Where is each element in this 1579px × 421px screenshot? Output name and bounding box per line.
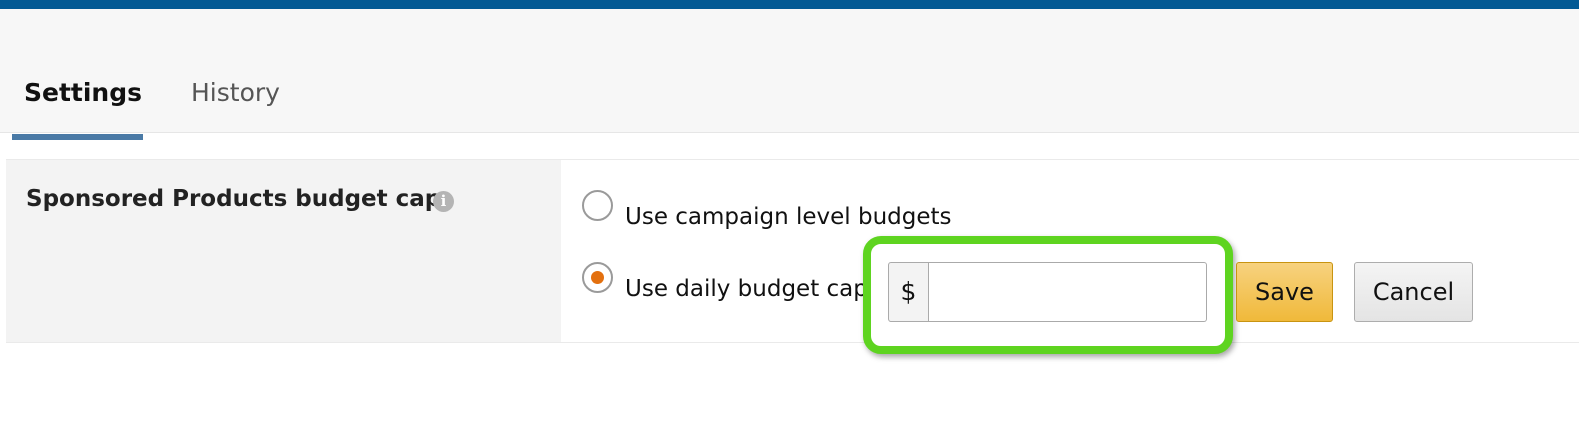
daily-budget-cap-radio[interactable] [582,262,613,293]
daily-budget-cap-label[interactable]: Use daily budget cap [625,276,865,302]
save-button[interactable]: Save [1236,262,1333,322]
active-tab-indicator [12,134,143,140]
tab-settings[interactable]: Settings [24,78,142,108]
currency-prefix: $ [888,262,929,322]
campaign-budgets-radio[interactable] [582,190,613,221]
campaign-budgets-label[interactable]: Use campaign level budgets [625,204,952,230]
tab-history[interactable]: History [191,78,280,108]
radio-selected-dot [591,271,604,284]
info-icon[interactable]: i [433,191,454,212]
top-bar [0,0,1579,9]
cancel-button[interactable]: Cancel [1354,262,1473,322]
tab-bar: Settings History [0,9,1579,140]
budget-cap-label: Sponsored Products budget cap [26,186,442,212]
budget-cap-label-cell: Sponsored Products budget cap i [6,160,561,342]
budget-cap-row: Sponsored Products budget cap i Use camp… [6,159,1579,354]
daily-budget-input[interactable] [929,262,1207,322]
